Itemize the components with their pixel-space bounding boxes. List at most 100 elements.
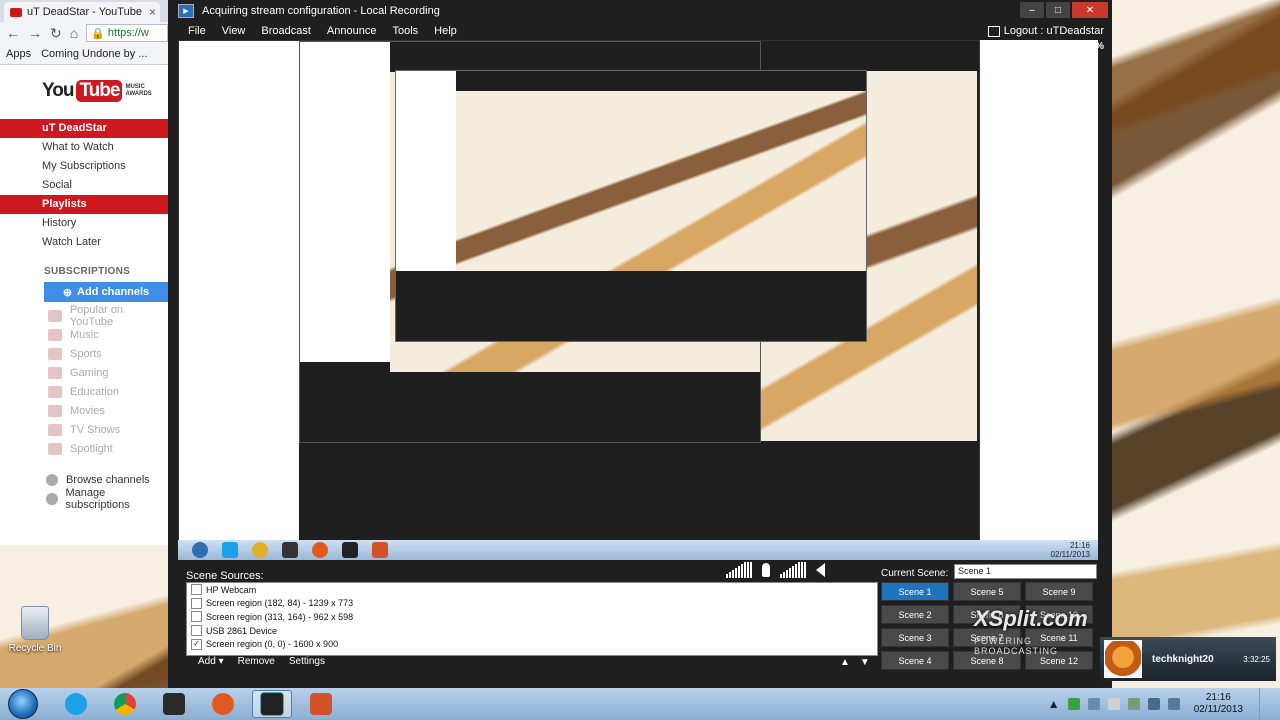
recycle-bin-label: Recycle Bin — [8, 643, 62, 654]
tray-app-icon[interactable] — [1087, 698, 1100, 710]
mic-volume-meter[interactable] — [726, 562, 752, 578]
source-row[interactable]: Screen region (182, 84) - 1239 x 773 — [187, 597, 877, 611]
media-player-icon — [212, 693, 234, 715]
subscription-item[interactable]: Spotlight — [0, 439, 168, 458]
menu-tools[interactable]: Tools — [384, 25, 426, 37]
taskbar-chrome[interactable] — [105, 690, 145, 718]
volume-icon[interactable] — [1167, 698, 1180, 710]
start-button[interactable] — [8, 689, 38, 719]
browser-tab[interactable]: uT DeadStar - YouTube × — [4, 2, 160, 22]
stream-preview: 21:16 02/11/2013 — [178, 40, 1098, 560]
xsplit-watermark: XSplit.com — [974, 606, 1088, 631]
subscription-item[interactable]: TV Shows — [0, 420, 168, 439]
source-checkbox-checked[interactable]: ✓ — [191, 638, 202, 650]
current-scene-label: Current Scene: — [881, 568, 949, 579]
move-up-icon[interactable]: ▲ — [840, 657, 850, 668]
menu-help[interactable]: Help — [426, 25, 465, 37]
manage-subscriptions-link[interactable]: Manage subscriptions — [0, 486, 168, 511]
move-down-icon[interactable]: ▼ — [860, 657, 870, 668]
nested-preview-1 — [178, 40, 980, 542]
source-row[interactable]: HP Webcam — [187, 583, 877, 597]
taskbar-steam[interactable] — [154, 690, 194, 718]
home-icon[interactable]: ⌂ — [70, 25, 78, 41]
flag-icon[interactable] — [1107, 698, 1120, 710]
source-settings-button[interactable]: Settings — [289, 656, 325, 667]
add-source-button[interactable]: Add ▾ — [198, 656, 224, 667]
taskbar-skype[interactable] — [56, 690, 96, 718]
source-checkbox[interactable] — [191, 611, 202, 623]
subscription-item[interactable]: Music — [0, 325, 168, 344]
scene-button-5[interactable]: Scene 5 — [953, 582, 1021, 601]
guide-item-history[interactable]: History — [0, 214, 168, 233]
taskbar-clock[interactable]: 21:16 02/11/2013 — [1194, 692, 1243, 716]
guide-item-what-to-watch[interactable]: What to Watch — [0, 138, 168, 157]
source-actions: Add ▾ Remove Settings — [198, 656, 325, 667]
menu-announce[interactable]: Announce — [319, 25, 385, 37]
scene-button-9[interactable]: Scene 9 — [1025, 582, 1093, 601]
scene-button-1[interactable]: Scene 1 — [881, 582, 949, 601]
subscription-item[interactable]: Sports — [0, 344, 168, 363]
tray-security-icon[interactable] — [1067, 698, 1080, 710]
taskbar-app4[interactable] — [301, 690, 341, 718]
xsplit-icon — [342, 542, 358, 558]
youtube-logo[interactable]: You Tube MUSIC AWARDS — [42, 75, 168, 107]
speaker-icon[interactable] — [816, 563, 825, 577]
source-row[interactable]: Screen region (313, 164) - 962 x 598 — [187, 610, 877, 624]
show-desktop-button[interactable] — [1259, 688, 1270, 720]
subscription-item[interactable]: Popular on YouTube — [0, 304, 168, 328]
source-checkbox[interactable] — [191, 584, 202, 596]
source-row[interactable]: ✓ Screen region (0, 0) - 1600 x 900 — [187, 637, 877, 651]
tray-expand-icon[interactable]: ▲ — [1048, 697, 1060, 711]
speaker-volume-meter[interactable] — [780, 562, 806, 578]
menu-view[interactable]: View — [214, 25, 254, 37]
address-bar[interactable]: 🔒 https://w — [86, 24, 168, 42]
subscription-item[interactable]: Education — [0, 382, 168, 401]
channel-icon — [48, 328, 62, 341]
source-checkbox[interactable] — [191, 597, 202, 609]
nav-bar: ← → ↻ ⌂ 🔒 https://w — [0, 22, 168, 44]
minimize-button[interactable]: – — [1020, 2, 1044, 18]
menu-broadcast[interactable]: Broadcast — [253, 25, 319, 37]
forward-arrow-icon[interactable]: → — [28, 25, 42, 41]
logout-button[interactable]: Logout : uTDeadstar — [987, 22, 1104, 40]
remove-source-button[interactable]: Remove — [238, 656, 275, 667]
subscription-item[interactable]: Movies — [0, 401, 168, 420]
browse-icon — [46, 473, 58, 486]
logo-awards-line2: AWARDS — [125, 91, 152, 97]
guide-item-social[interactable]: Social — [0, 176, 168, 195]
recycle-bin[interactable]: Recycle Bin — [0, 606, 70, 654]
maximize-button[interactable]: □ — [1046, 2, 1070, 18]
bookmark-coming-undone[interactable]: Coming Undone by ... — [41, 48, 147, 60]
guide-item-subscriptions[interactable]: My Subscriptions — [0, 157, 168, 176]
guide-item-playlists[interactable]: Playlists — [0, 195, 168, 214]
guide-item-watch-later[interactable]: Watch Later — [0, 233, 168, 252]
taskbar-media[interactable] — [203, 690, 243, 718]
reload-icon[interactable]: ↻ — [50, 25, 62, 42]
guide-item-channel[interactable]: uT DeadStar — [0, 119, 168, 138]
subscription-label: Gaming — [70, 366, 109, 379]
subscription-item[interactable]: Gaming — [0, 363, 168, 382]
scene-button-3[interactable]: Scene 3 — [881, 628, 949, 647]
back-arrow-icon[interactable]: ← — [6, 25, 20, 41]
close-button[interactable]: ✕ — [1072, 2, 1108, 18]
browse-channels-label: Browse channels — [66, 473, 150, 486]
subscription-label: TV Shows — [70, 423, 121, 436]
microphone-icon[interactable] — [762, 563, 770, 577]
scene-sources-label: Scene Sources: — [186, 570, 264, 582]
source-checkbox[interactable] — [191, 625, 202, 637]
bookmark-apps[interactable]: Apps — [6, 48, 31, 60]
xsplit-window: ▶ Acquiring stream configuration - Local… — [168, 0, 1112, 688]
menu-file[interactable]: File — [180, 25, 214, 37]
close-icon[interactable]: × — [149, 5, 156, 19]
add-channels-button[interactable]: ⊕ Add channels — [44, 282, 168, 302]
manage-subscriptions-label: Manage subscriptions — [65, 486, 130, 511]
scene-button-2[interactable]: Scene 2 — [881, 605, 949, 624]
user-overlay: techknight20 3:32:25 — [1100, 637, 1276, 681]
battery-icon[interactable] — [1127, 698, 1140, 710]
current-scene-field[interactable]: Scene 1 — [954, 564, 1097, 579]
taskbar-xsplit[interactable] — [252, 690, 292, 718]
network-icon[interactable] — [1147, 698, 1160, 710]
subscriptions-heading: SUBSCRIPTIONS — [44, 266, 131, 277]
scene-button-4[interactable]: Scene 4 — [881, 651, 949, 670]
source-row[interactable]: USB 2861 Device — [187, 624, 877, 638]
